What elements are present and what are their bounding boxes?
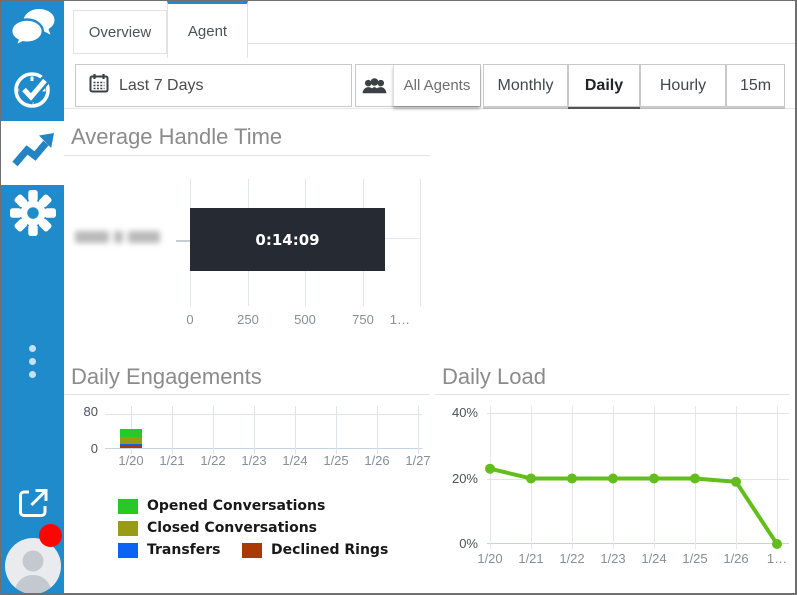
axis-tick-label: 20% <box>438 471 478 486</box>
axis-tick-label: 1/24 <box>282 453 307 468</box>
agents-filter-value: All Agents <box>393 65 480 106</box>
tab-agent[interactable]: Agent <box>167 1 248 58</box>
axis-tick-label: 1/22 <box>200 453 225 468</box>
legend-item-declined[interactable]: Declined Rings <box>242 542 388 558</box>
handle-time-x-axis: 02505007501… <box>190 312 420 330</box>
tab-overview[interactable]: Overview <box>73 10 167 54</box>
engagements-chart[interactable] <box>105 406 422 449</box>
tab-overview-label: Overview <box>89 24 152 41</box>
gridline <box>105 414 422 415</box>
section-header-engagements: Daily Engagements <box>64 359 430 395</box>
gridline <box>420 179 421 306</box>
granularity-daily-label: Daily <box>585 77 623 95</box>
axis-tick-label: 80 <box>64 404 98 419</box>
section-header-load: Daily Load <box>435 359 790 395</box>
axis-tick-label: 1/27 <box>405 453 430 468</box>
granularity-hourly-label: Hourly <box>660 77 706 95</box>
app-window: Overview Agent Last 7 Days <box>0 0 797 595</box>
legend-swatch-opened <box>118 499 138 514</box>
axis-tick-label: 1/24 <box>641 551 666 566</box>
trend-up-icon <box>11 132 55 175</box>
axis-tick-label: 1/20 <box>118 453 143 468</box>
agents-filter[interactable]: All Agents <box>355 64 481 107</box>
axis-tick-label: 1/21 <box>159 453 184 468</box>
granularity-15m-label: 15m <box>740 77 771 95</box>
chat-bubbles-icon <box>10 8 56 55</box>
date-range-picker[interactable]: Last 7 Days <box>75 64 352 107</box>
load-chart[interactable] <box>487 406 789 544</box>
notification-badge <box>39 524 62 547</box>
legend-swatch-transfers <box>118 543 138 558</box>
tab-agent-label: Agent <box>188 23 227 40</box>
axis-tick-label: 750 <box>352 312 374 327</box>
section-header-handle-time: Average Handle Time <box>64 119 430 156</box>
axis-tick-label: 0 <box>186 312 193 327</box>
axis-tick-label: 1/22 <box>559 551 584 566</box>
sidebar-item-conversations[interactable] <box>1 1 64 61</box>
filter-panel-divider <box>64 108 795 109</box>
gear-icon <box>10 190 56 241</box>
legend-label-declined: Declined Rings <box>271 542 388 558</box>
axis-tick-label: 1/26 <box>723 551 748 566</box>
load-title: Daily Load <box>435 359 790 395</box>
calendar-icon <box>89 73 109 98</box>
engagements-x-axis: 1/201/211/221/231/241/251/261/27 <box>105 453 422 471</box>
stacked-bar-segment[interactable] <box>120 429 142 437</box>
axis-tick-label: 40% <box>438 405 478 420</box>
legend-item-opened[interactable]: Opened Conversations <box>118 498 325 514</box>
granularity-monthly-label: Monthly <box>497 77 553 95</box>
stacked-bar-segment[interactable] <box>120 444 142 445</box>
stacked-bar-segment[interactable] <box>120 445 142 448</box>
sidebar <box>1 1 64 593</box>
legend-item-closed[interactable]: Closed Conversations <box>118 520 317 536</box>
axis-tick-label: 1/23 <box>241 453 266 468</box>
sidebar-item-activity[interactable] <box>1 61 64 121</box>
legend-label-closed: Closed Conversations <box>147 520 317 536</box>
sidebar-item-reports[interactable] <box>1 121 64 185</box>
legend-label-transfers: Transfers <box>147 542 221 558</box>
external-link-icon <box>15 485 51 526</box>
load-y-axis: 40% 20% 0% <box>438 405 478 555</box>
stacked-bar-segment[interactable] <box>120 437 142 444</box>
granularity-button-daily[interactable]: Daily <box>568 64 640 107</box>
granularity-button-monthly[interactable]: Monthly <box>483 64 568 107</box>
legend-swatch-closed <box>118 521 138 536</box>
axis-tick-label: 250 <box>237 312 259 327</box>
axis-tick-label: 1… <box>767 551 787 566</box>
legend-swatch-declined <box>242 543 262 558</box>
redacted-agent-name <box>75 231 165 243</box>
sidebar-item-settings[interactable] <box>1 185 64 245</box>
more-options-icon[interactable] <box>1 342 64 381</box>
axis-tick-label: 500 <box>294 312 316 327</box>
axis-tick-label: 1/20 <box>477 551 502 566</box>
axis-tick-label: 1/25 <box>323 453 348 468</box>
axis-tick-label: 1/23 <box>600 551 625 566</box>
axis-tick-label: 1/26 <box>364 453 389 468</box>
axis-tick <box>176 240 190 242</box>
axis-tick-label: 1/21 <box>518 551 543 566</box>
people-icon <box>356 65 393 106</box>
granularity-button-15m[interactable]: 15m <box>726 64 785 107</box>
handle-time-chart[interactable]: 0:14:09 <box>190 179 420 306</box>
axis-tick-label: 1/25 <box>682 551 707 566</box>
legend-label-opened: Opened Conversations <box>147 498 325 514</box>
granularity-button-hourly[interactable]: Hourly <box>640 64 726 107</box>
engagements-title: Daily Engagements <box>64 359 430 395</box>
load-line-series[interactable] <box>487 406 789 546</box>
axis-tick-label: 1… <box>390 312 410 327</box>
handle-time-bar[interactable]: 0:14:09 <box>190 208 385 271</box>
avatar[interactable] <box>5 538 61 594</box>
main-panel: Overview Agent Last 7 Days <box>64 1 795 593</box>
legend-item-transfers[interactable]: Transfers <box>118 542 221 558</box>
axis-tick-label: 0% <box>438 536 478 551</box>
popout-button[interactable] <box>1 485 64 526</box>
axis-tick-label: 0 <box>64 441 98 456</box>
date-range-value: Last 7 Days <box>119 77 203 95</box>
clock-check-icon <box>11 67 55 116</box>
handle-time-title: Average Handle Time <box>64 119 430 155</box>
load-x-axis: 1/201/211/221/231/241/251/261… <box>487 551 789 569</box>
handle-time-value: 0:14:09 <box>255 231 319 249</box>
tabstrip-divider <box>248 43 795 44</box>
